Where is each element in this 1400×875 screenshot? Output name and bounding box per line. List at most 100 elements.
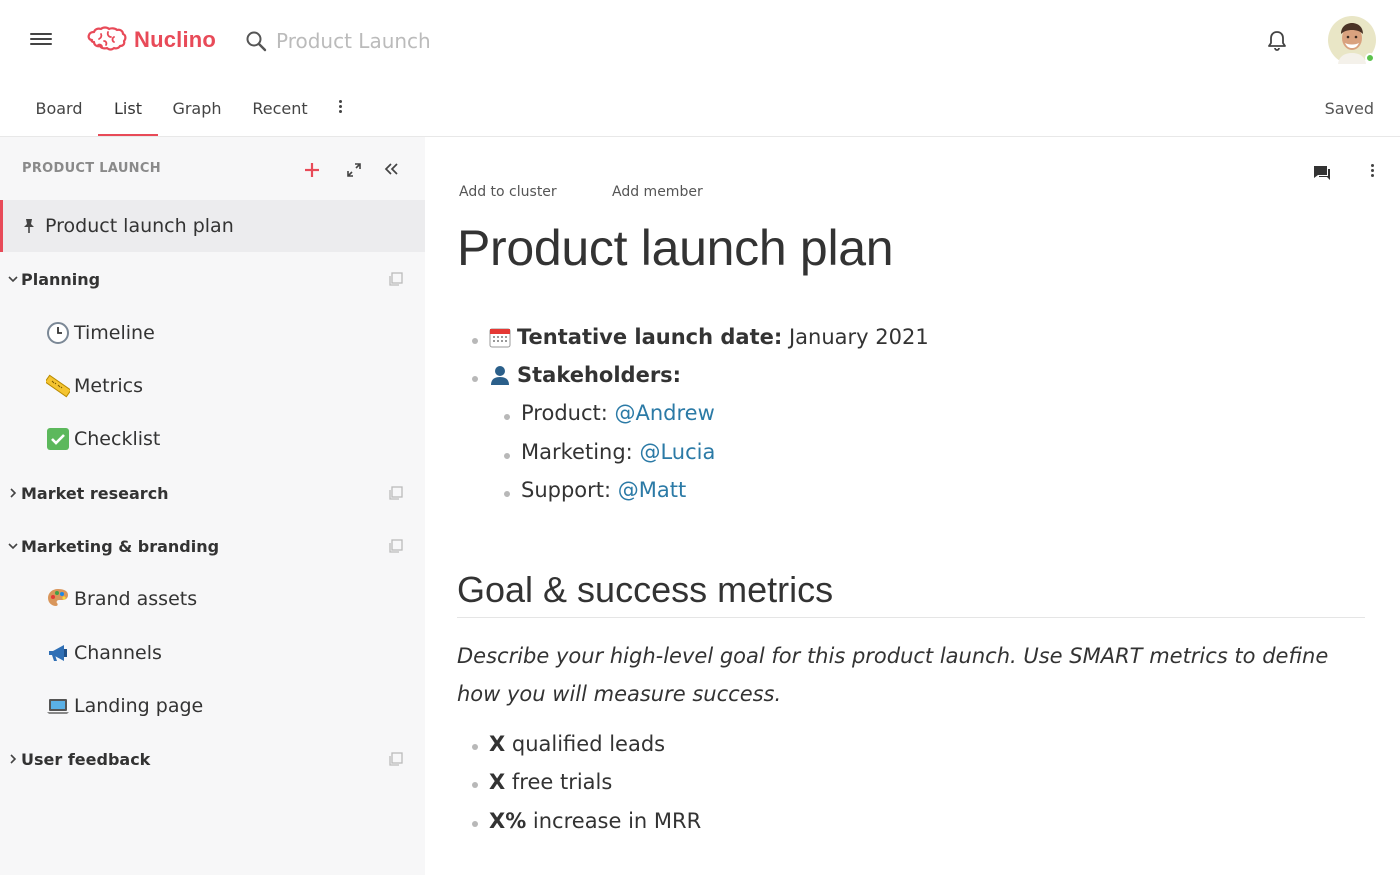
mention-matt[interactable]: @Matt <box>618 478 686 502</box>
sidebar-cluster-user-feedback[interactable]: User feedback <box>0 733 425 785</box>
sidebar-item-label: Timeline <box>74 322 155 344</box>
notifications-bell-icon[interactable] <box>1264 28 1290 54</box>
tab-board[interactable]: Board <box>26 80 92 136</box>
check-mark-icon <box>47 428 69 450</box>
sidebar-item-label: Checklist <box>74 428 161 450</box>
add-to-cluster-link[interactable]: Add to cluster <box>459 184 557 200</box>
heading-divider <box>457 617 1365 618</box>
sidebar-item-checklist[interactable]: Checklist <box>0 413 425 465</box>
user-avatar[interactable] <box>1328 16 1376 64</box>
sidebar-item-label: Brand assets <box>74 588 198 610</box>
chevron-down-icon <box>8 276 18 283</box>
document-title[interactable]: Product launch plan <box>457 219 894 277</box>
sidebar-item-label: Channels <box>74 642 162 664</box>
sidebar: PRODUCT LAUNCH Product launch plan Plann… <box>0 137 425 875</box>
bullet-dot <box>504 491 510 497</box>
section-description: Describe your high-level goal for this p… <box>457 644 1329 706</box>
bullet-dot <box>472 821 478 827</box>
add-item-icon[interactable] <box>302 160 322 180</box>
bullet-dot <box>472 782 478 788</box>
stakeholder-support: Support: @Matt <box>521 478 686 502</box>
sidebar-item-label: Product launch plan <box>45 215 234 237</box>
sidebar-item-label: Marketing & branding <box>21 536 220 556</box>
palette-icon <box>48 589 68 606</box>
laptop-icon <box>47 699 69 714</box>
mention-andrew[interactable]: @Andrew <box>615 401 715 425</box>
bullet-dot <box>504 414 510 420</box>
comments-icon[interactable] <box>1312 163 1332 183</box>
workspace-title: PRODUCT LAUNCH <box>22 161 161 176</box>
sidebar-item-label: Planning <box>21 269 101 289</box>
view-tabs: Board List Graph Recent Saved <box>0 80 1400 137</box>
metric-bullet: X free trials <box>489 770 612 794</box>
document-menu-icon[interactable] <box>1365 162 1379 184</box>
search-icon <box>246 31 267 52</box>
sidebar-item-label: Market research <box>21 483 169 503</box>
top-bar: Nuclino <box>0 0 1400 80</box>
metric-text: increase in MRR <box>526 809 702 833</box>
sidebar-item-label: User feedback <box>21 749 151 769</box>
ruler-icon <box>46 374 70 398</box>
pin-icon <box>24 219 34 233</box>
launch-date-value: January 2021 <box>788 325 929 349</box>
launch-date-label: Tentative launch date: <box>517 325 783 349</box>
sidebar-item-label: Metrics <box>74 375 143 397</box>
sidebar-cluster-marketing-branding[interactable]: Marketing & branding <box>0 520 425 572</box>
cluster-copy-icon[interactable] <box>388 751 404 767</box>
document-area: Add to cluster Add member Product launch… <box>425 137 1400 875</box>
stakeholder-product: Product: @Andrew <box>521 401 715 425</box>
nuclino-logo[interactable]: Nuclino <box>86 24 216 56</box>
sidebar-item-product-launch-plan[interactable]: Product launch plan <box>0 200 425 252</box>
stakeholder-marketing: Marketing: @Lucia <box>521 440 715 464</box>
stakeholder-role: Product: <box>521 401 608 425</box>
bullet-dot <box>472 744 478 750</box>
sidebar-cluster-planning[interactable]: Planning <box>0 253 425 305</box>
metric-text: free trials <box>505 770 613 794</box>
bullet-dot <box>472 376 478 382</box>
brain-logo-icon <box>87 26 127 51</box>
metric-value: X <box>489 770 506 794</box>
sidebar-item-brand-assets[interactable]: Brand assets <box>0 573 425 625</box>
mention-lucia[interactable]: @Lucia <box>639 440 715 464</box>
stakeholder-role: Support: <box>521 478 612 502</box>
launch-date-line: Tentative launch date: January 2021 <box>489 325 929 349</box>
metric-bullet: X qualified leads <box>489 732 665 756</box>
bullet-dot <box>504 453 510 459</box>
sidebar-item-metrics[interactable]: Metrics <box>0 360 425 412</box>
megaphone-icon <box>49 645 67 661</box>
tab-list[interactable]: List <box>98 80 158 136</box>
sidebar-item-landing-page[interactable]: Landing page <box>0 680 425 732</box>
metric-text: qualified leads <box>505 732 666 756</box>
sidebar-item-label: Landing page <box>74 695 204 717</box>
metric-value: X <box>489 732 506 756</box>
person-icon <box>491 366 509 385</box>
metric-bullet: X% increase in MRR <box>489 809 701 833</box>
sidebar-cluster-market-research[interactable]: Market research <box>0 467 425 519</box>
search-input[interactable] <box>276 29 576 53</box>
chevron-right-icon <box>10 488 17 498</box>
cluster-copy-icon[interactable] <box>388 538 404 554</box>
save-status: Saved <box>1324 99 1374 118</box>
stakeholders-line: Stakeholders: <box>489 363 681 387</box>
collapse-sidebar-icon[interactable] <box>382 160 400 178</box>
sidebar-item-channels[interactable]: Channels <box>0 627 425 679</box>
search-box[interactable] <box>244 26 604 56</box>
chevron-down-icon <box>8 543 18 550</box>
tab-recent[interactable]: Recent <box>244 80 316 136</box>
clock-icon <box>47 322 69 344</box>
cluster-copy-icon[interactable] <box>388 271 404 287</box>
bullet-dot <box>472 338 478 344</box>
cluster-copy-icon[interactable] <box>388 485 404 501</box>
tab-graph[interactable]: Graph <box>164 80 230 136</box>
section-heading: Goal & success metrics <box>457 569 834 610</box>
metric-value: X% <box>489 809 527 833</box>
calendar-icon <box>489 328 511 348</box>
menu-icon[interactable] <box>30 30 52 50</box>
stakeholders-label: Stakeholders: <box>517 363 682 387</box>
sidebar-item-timeline[interactable]: Timeline <box>0 307 425 359</box>
chevron-right-icon <box>10 754 17 764</box>
more-tabs-icon[interactable] <box>333 98 347 120</box>
online-status-dot <box>1365 53 1375 63</box>
add-member-link[interactable]: Add member <box>612 184 703 200</box>
expand-all-icon[interactable] <box>346 162 362 178</box>
